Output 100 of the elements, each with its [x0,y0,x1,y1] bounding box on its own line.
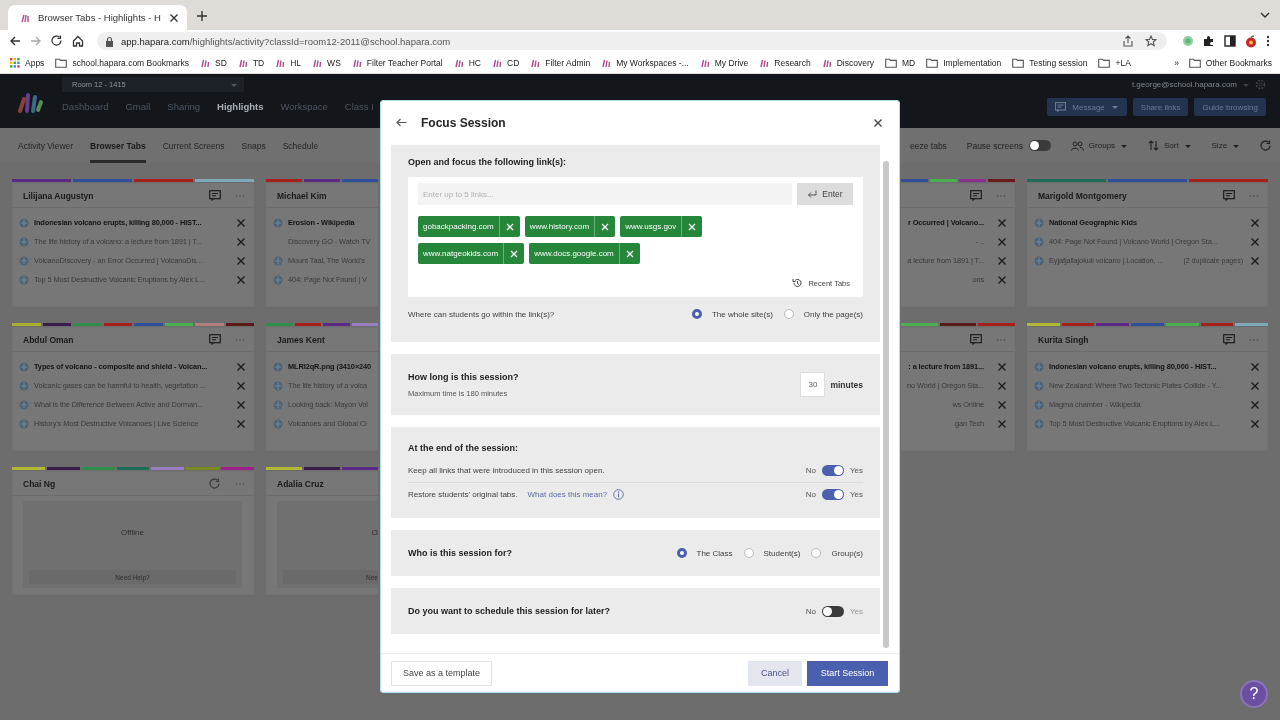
nav-link[interactable]: Highlights [217,101,264,112]
scrollbar[interactable] [883,161,889,648]
star-icon[interactable] [1145,35,1157,47]
toggle-switch[interactable] [821,465,844,476]
chat-icon[interactable] [1223,189,1235,202]
yes-label: Yes [849,490,863,499]
tab[interactable]: Activity Viewer [18,128,74,163]
student-name: Chai Ng [23,478,56,489]
bookmark[interactable]: My Drive [699,57,749,68]
cancel-button[interactable]: Cancel [748,660,802,686]
action-button[interactable]: Guide browsing [1194,98,1266,116]
close-icon[interactable] [168,12,179,23]
bookmark[interactable]: Testing session [1012,57,1088,68]
student-name: James Kent [277,334,325,345]
nav-link[interactable]: Class I [344,101,374,112]
bookmark[interactable]: WS [312,57,341,68]
toggle-switch[interactable] [821,605,844,617]
user-email[interactable]: t.george@school.hapara.com [1131,80,1237,89]
nav-link[interactable]: Workspace [280,101,328,112]
message-button[interactable]: Message [1047,98,1127,116]
folder-icon [884,57,897,68]
side-panel-icon[interactable] [1224,35,1236,47]
groups-menu-button[interactable]: Groups [1070,140,1129,151]
tab[interactable]: Browser Tabs [90,128,146,163]
chat-icon[interactable] [970,189,982,202]
radio-button[interactable] [676,548,687,558]
minutes-field[interactable]: 30 [800,372,826,397]
radio-button[interactable] [743,548,754,558]
bookmark[interactable]: school.hapara.com Bookmarks [55,57,190,68]
save-template-button[interactable]: Save as a template [391,660,493,686]
refresh-icon[interactable] [1259,139,1272,152]
nav-link[interactable]: Sharing [167,101,201,112]
bookmark[interactable]: TD [237,57,265,68]
tab[interactable]: Current Screens [162,128,225,163]
kebab-menu-icon[interactable] [1266,35,1270,47]
bookmark[interactable]: MD [884,57,916,68]
radio-label[interactable]: Student(s) [763,548,801,558]
bookmark[interactable]: Filter Teacher Portal [351,57,443,68]
tab[interactable]: Schedule [282,128,319,163]
caret-icon [1110,104,1119,110]
toolbar-label[interactable]: eeze tabs [910,140,947,151]
favicon-icon [453,57,464,68]
bookmark[interactable]: Other Bookmarks [1188,57,1272,68]
radio-label[interactable]: The Class [696,548,733,558]
refresh-icon[interactable] [209,477,221,490]
back-icon[interactable] [396,118,407,127]
bookmark[interactable]: HC [453,57,481,68]
bookmark[interactable]: Apps [10,57,45,68]
nav-link[interactable]: Gmail [125,101,151,112]
back-icon[interactable] [9,35,21,47]
bookmark[interactable]: +LA [1098,57,1131,68]
more-bookmarks-button[interactable]: » [1174,57,1179,68]
forward-icon[interactable] [30,35,42,47]
folder-icon [1098,57,1111,68]
chevron-down-icon[interactable] [1260,11,1270,19]
bookmark[interactable]: Discovery [821,57,874,68]
radio-button[interactable] [691,309,702,319]
favicon-icon [20,12,30,23]
radio-label[interactable]: Only the page(s) [803,309,863,319]
extension-icon[interactable] [1182,35,1194,47]
share-icon[interactable] [1123,35,1133,47]
close-icon[interactable] [873,118,882,127]
help-link[interactable]: What does this mean? [527,490,608,499]
chat-icon[interactable] [209,189,221,202]
favicon-icon [275,57,286,68]
size-menu-button[interactable]: Size [1211,141,1241,150]
bookmark[interactable]: Filter Admin [530,57,591,68]
bookmark[interactable]: Research [759,57,811,68]
help-button[interactable]: ? [1240,680,1268,708]
bookmark[interactable]: My Workspaces -... [601,57,689,68]
bookmark[interactable]: CD [492,57,520,68]
bookmark[interactable]: HL [275,57,302,68]
nav-link[interactable]: Dashboard [62,101,109,112]
chat-icon[interactable] [1223,333,1235,346]
info-icon[interactable] [613,489,625,500]
apps-grid-icon [10,57,20,68]
radio-button[interactable] [811,548,822,558]
favicon-icon [530,57,541,68]
sort-menu-button[interactable]: Sort [1147,140,1192,151]
home-icon[interactable] [72,35,84,47]
apple-icon[interactable] [1245,34,1257,48]
radio-label[interactable]: Group(s) [831,548,863,558]
history-icon [792,278,803,288]
browser-tab[interactable]: Browser Tabs - Highlights - H [8,5,187,30]
new-tab-icon[interactable] [196,11,207,21]
radio-button[interactable] [783,309,794,319]
action-button[interactable]: Share links [1132,98,1189,116]
address-field[interactable]: app.hapara.com/highlights/activity?classId=room12-2011@school.hapara.com [97,32,1167,50]
start-session-button[interactable]: Start Session [807,660,888,686]
bookmark[interactable]: SD [200,57,227,68]
enter-button[interactable]: Enter [797,183,853,205]
chat-icon[interactable] [209,333,221,346]
toggle-switch[interactable] [1029,140,1051,151]
radio-label[interactable]: The whole site(s) [711,309,773,319]
toggle-switch[interactable] [821,489,844,500]
tab[interactable]: Snaps [241,128,266,163]
bookmark[interactable]: Implementation [926,57,1002,68]
puzzle-icon[interactable] [1203,35,1215,47]
chat-icon[interactable] [970,333,982,346]
reload-icon[interactable] [51,35,63,47]
